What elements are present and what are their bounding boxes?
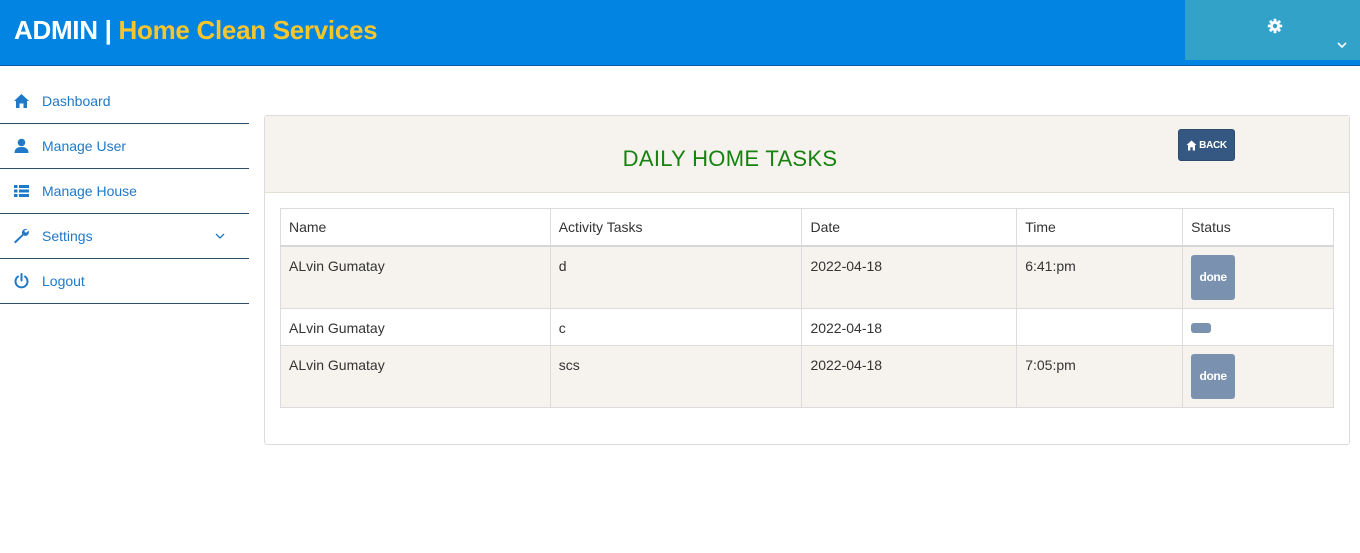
home-icon (14, 94, 29, 108)
status-button[interactable] (1191, 323, 1212, 333)
panel-header: DAILY HOME TASKS BACK (265, 116, 1349, 193)
cell-name: ALvin Gumatay (280, 345, 551, 408)
sidebar-item-label: Manage User (42, 138, 127, 154)
back-button[interactable]: BACK (1178, 129, 1235, 161)
brand-separator: | (97, 15, 119, 45)
page-title: DAILY HOME TASKS (622, 146, 838, 171)
user-settings-dropdown[interactable] (1185, 0, 1360, 60)
sidebar: Dashboard Manage User Manage House Setti… (0, 79, 249, 304)
cell-status: done (1182, 345, 1334, 408)
sidebar-item-logout[interactable]: Logout (0, 259, 249, 304)
back-button-label: BACK (1199, 139, 1227, 151)
sidebar-item-label: Dashboard (42, 93, 111, 109)
table-row: ALvin Gumatay c 2022-04-18 (280, 308, 1334, 346)
top-navbar: ADMIN | Home Clean Services (0, 0, 1360, 66)
user-icon (14, 138, 29, 153)
sidebar-item-manage-house[interactable]: Manage House (0, 169, 249, 214)
cell-date: 2022-04-18 (801, 245, 1018, 309)
sidebar-item-settings[interactable]: Settings (0, 214, 249, 259)
table-row: ALvin Gumatay scs 2022-04-18 7:05:pm don… (280, 345, 1334, 408)
chevron-down-icon (1337, 42, 1347, 49)
table-header-row: Name Activity Tasks Date Time Status (280, 208, 1334, 247)
list-icon (14, 185, 29, 197)
cell-time (1016, 308, 1184, 346)
cell-name: ALvin Gumatay (280, 308, 551, 346)
cell-date: 2022-04-18 (801, 308, 1018, 346)
sidebar-item-dashboard[interactable]: Dashboard (0, 79, 249, 124)
home-icon (1186, 140, 1197, 150)
status-done-button[interactable]: done (1191, 254, 1236, 300)
brand-admin: ADMIN (14, 15, 98, 45)
column-header-activity[interactable]: Activity Tasks (549, 208, 803, 247)
chevron-down-icon (215, 233, 225, 239)
sidebar-item-manage-user[interactable]: Manage User (0, 124, 249, 169)
cell-time: 7:05:pm (1016, 345, 1184, 408)
column-header-name[interactable]: Name (280, 208, 551, 247)
sidebar-item-label: Settings (42, 228, 93, 244)
cell-time: 6:41:pm (1016, 245, 1184, 309)
column-header-time[interactable]: Time (1016, 208, 1184, 247)
status-done-button[interactable]: done (1191, 354, 1236, 399)
wrench-icon (14, 229, 29, 244)
gear-icon (1267, 18, 1283, 34)
brand-title[interactable]: ADMIN | Home Clean Services (14, 14, 378, 46)
column-header-status[interactable]: Status (1182, 208, 1334, 247)
table-row: ALvin Gumatay d 2022-04-18 6:41:pm done (280, 245, 1334, 309)
brand-app-name: Home Clean Services (118, 15, 378, 45)
cell-date: 2022-04-18 (801, 345, 1018, 408)
column-header-date[interactable]: Date (801, 208, 1018, 247)
power-icon (14, 273, 29, 289)
cell-status (1182, 308, 1334, 346)
cell-task: d (549, 245, 803, 309)
tasks-table: Name Activity Tasks Date Time Status ALv… (280, 208, 1334, 408)
cell-status: done (1182, 245, 1334, 309)
cell-name: ALvin Gumatay (280, 245, 551, 309)
sidebar-item-label: Manage House (42, 183, 137, 199)
cell-task: scs (549, 345, 803, 408)
cell-task: c (549, 308, 803, 346)
sidebar-item-label: Logout (42, 273, 85, 289)
